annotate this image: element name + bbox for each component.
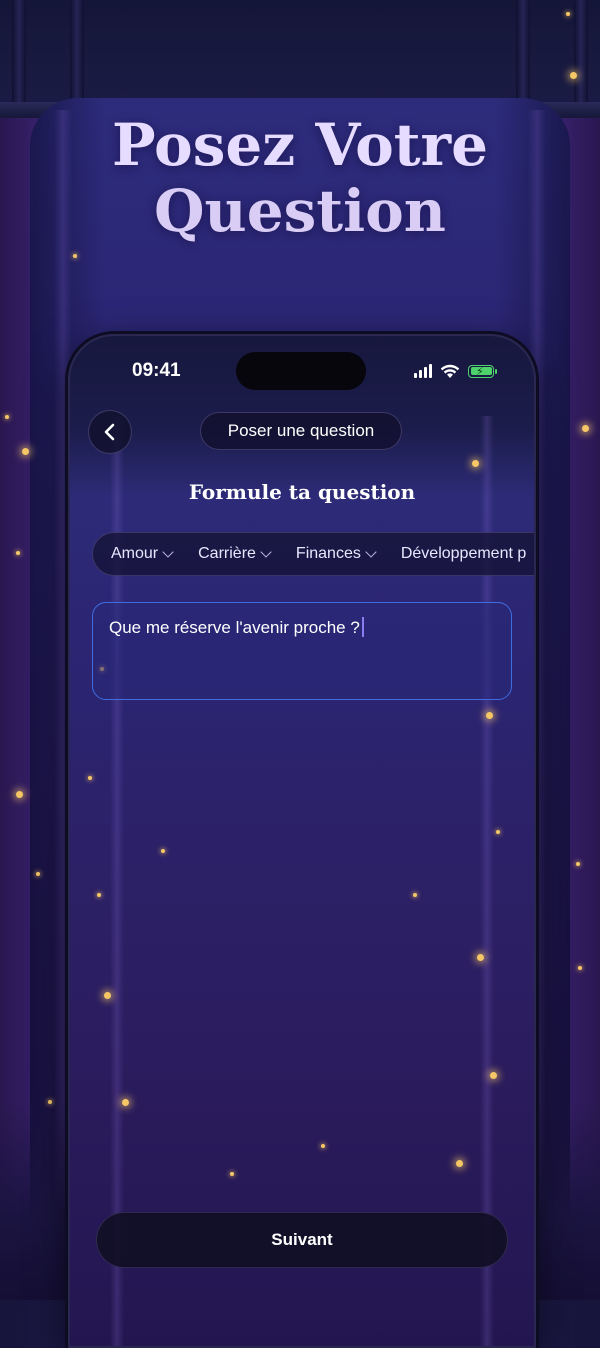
sparkle [36, 872, 40, 876]
sparkle [472, 460, 479, 467]
page-title: Poser une question [200, 412, 402, 450]
sparkle [5, 415, 9, 419]
phone-frame: 09:41 ⚡ Poser une question Formule ta qu… [68, 334, 536, 1348]
dynamic-island [236, 352, 366, 390]
sparkle [477, 954, 484, 961]
sparkle [48, 1100, 52, 1104]
status-bar: 09:41 ⚡ [70, 336, 534, 408]
sparkle [321, 1144, 325, 1148]
status-time: 09:41 [132, 360, 181, 381]
category-label: Développement p [400, 545, 527, 562]
category-filter-bar: Amour Carrière Finances Développement p [92, 532, 534, 576]
category-dropdown-amour[interactable]: Amour [111, 545, 174, 563]
sparkle [456, 1160, 463, 1167]
pillar [12, 0, 26, 105]
category-label: Carrière [198, 545, 256, 562]
sparkle [88, 776, 92, 780]
pillar [516, 0, 530, 105]
next-button[interactable]: Suivant [96, 1212, 508, 1268]
chevron-down-icon [162, 545, 174, 558]
chevron-down-icon [365, 545, 377, 558]
sparkle [582, 425, 589, 432]
sparkle [16, 551, 20, 555]
battery-charging-icon: ⚡ [468, 364, 497, 378]
hero-title-line1: Posez Votre [111, 111, 489, 179]
sparkle [122, 1099, 129, 1106]
cellular-signal-icon [414, 364, 432, 378]
sparkle [16, 791, 23, 798]
hero-title-line2: Question [154, 177, 446, 245]
sparkle [104, 992, 111, 999]
sparkle [97, 893, 101, 897]
sparkle [230, 1172, 234, 1176]
sparkle [486, 712, 493, 719]
category-label: Amour [111, 545, 159, 562]
text-cursor [361, 617, 364, 637]
sparkle [73, 254, 77, 258]
sparkle [496, 830, 500, 834]
category-label: Finances [295, 545, 361, 562]
pillar [70, 0, 84, 105]
system-icons: ⚡ [414, 362, 497, 380]
sparkle [22, 448, 29, 455]
category-dropdown-finances[interactable]: Finances [295, 545, 377, 563]
sparkle [566, 12, 570, 16]
wifi-icon [440, 364, 460, 378]
hero-title: Posez Votre Question [0, 112, 600, 244]
back-button[interactable] [88, 410, 132, 454]
question-text: Que me réserve l'avenir proche ? [109, 618, 360, 637]
chevron-left-icon [104, 423, 115, 441]
sparkle [578, 966, 582, 970]
sparkle [161, 849, 165, 853]
category-dropdown-carriere[interactable]: Carrière [198, 545, 272, 563]
sparkle [576, 862, 580, 866]
section-title: Formule ta question [188, 480, 416, 504]
question-input[interactable]: Que me réserve l'avenir proche ? [92, 602, 512, 700]
category-dropdown-developpement[interactable]: Développement p [401, 545, 526, 563]
sparkle [570, 72, 577, 79]
sparkle [413, 893, 417, 897]
pillar [574, 0, 588, 105]
chevron-down-icon [260, 545, 272, 558]
sparkle [490, 1072, 497, 1079]
